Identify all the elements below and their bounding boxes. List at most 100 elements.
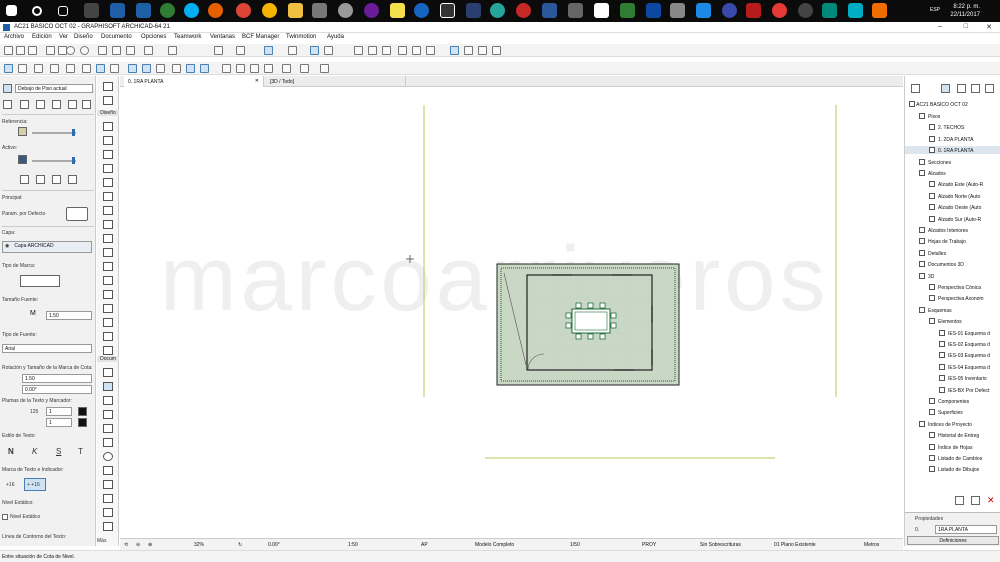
option-icon-3[interactable] xyxy=(52,100,61,109)
cut-icon[interactable] xyxy=(46,46,55,55)
mark-type-picker[interactable] xyxy=(20,275,60,287)
wall-tool-icon[interactable] xyxy=(103,122,113,131)
navigator-root[interactable]: AC21 BASICO OCT 02 xyxy=(909,100,968,108)
roof-view-icon[interactable] xyxy=(34,64,43,73)
level-dim-tool-icon[interactable] xyxy=(3,84,12,93)
menu-ver[interactable]: Ver xyxy=(59,34,68,40)
redo-icon[interactable] xyxy=(80,46,89,55)
zoom-out-icon[interactable]: ⊖ xyxy=(136,542,140,548)
elevation-icon[interactable] xyxy=(412,46,421,55)
maximize-icon[interactable]: □ xyxy=(964,23,968,30)
refresh-icon[interactable] xyxy=(320,64,329,73)
layout-book-icon[interactable] xyxy=(971,84,980,93)
app-icon-17[interactable] xyxy=(798,3,813,18)
navigator-item[interactable]: 1. 2DA PLANTA xyxy=(905,135,1000,143)
taskview-icon[interactable] xyxy=(58,6,68,16)
navigator-item[interactable]: Historial de Entreg xyxy=(905,431,1000,439)
rotate-icon-2[interactable] xyxy=(36,175,45,184)
properties-name-field[interactable]: 1RA PLANTA xyxy=(935,525,997,534)
app-icon-11[interactable] xyxy=(594,3,609,18)
shell-tool-icon[interactable] xyxy=(103,248,113,257)
trace-toggle-icon[interactable] xyxy=(200,64,209,73)
layer-combo-icon[interactable] xyxy=(288,46,297,55)
reference-swatch[interactable] xyxy=(18,127,27,136)
scale-value[interactable]: 1:50 xyxy=(348,542,358,548)
chrome-icon[interactable] xyxy=(236,3,251,18)
elevation-tool-icon[interactable] xyxy=(103,508,113,517)
pen-field-a[interactable]: 1 xyxy=(46,407,72,416)
fill-view-icon[interactable] xyxy=(128,64,137,73)
arrow-tool-icon[interactable] xyxy=(103,82,113,91)
trace-ref-icon[interactable] xyxy=(324,46,333,55)
previous-zoom-icon[interactable] xyxy=(264,64,273,73)
navigator-item[interactable]: Detalles xyxy=(905,249,1000,257)
proj-value[interactable]: PROY xyxy=(642,542,656,548)
arrow-select-icon[interactable] xyxy=(144,46,153,55)
view-map-icon[interactable] xyxy=(957,84,966,93)
opera-icon[interactable] xyxy=(772,3,787,18)
app-icon[interactable] xyxy=(160,3,175,18)
navigator-item[interactable]: Pisos xyxy=(905,112,1000,120)
document-section-label[interactable]: Docum xyxy=(97,356,119,362)
clock[interactable]: 8:22 p. m. 22/11/2017 xyxy=(950,3,980,19)
overrides-value[interactable]: Sin Sobrescrituras xyxy=(700,542,741,548)
text-tool-icon[interactable] xyxy=(103,396,113,405)
navigator-item[interactable]: IES-02 Esquema d xyxy=(905,340,1000,348)
sticky-notes-icon[interactable] xyxy=(390,3,405,18)
roof-tool-icon[interactable] xyxy=(103,234,113,243)
app-icon-4[interactable] xyxy=(338,3,353,18)
curtain-wall-tool-icon[interactable] xyxy=(103,276,113,285)
app-icon-5[interactable] xyxy=(364,3,379,18)
pen-color-swatch-b[interactable] xyxy=(78,418,87,427)
rotate-view-icon[interactable] xyxy=(282,64,291,73)
navigator-item[interactable]: 3D xyxy=(905,272,1000,280)
lamp-tool-icon[interactable] xyxy=(103,318,113,327)
layer-view-icon[interactable] xyxy=(172,64,181,73)
italic-button[interactable]: K xyxy=(32,447,37,456)
door-tool-icon[interactable] xyxy=(103,136,113,145)
navigator-item[interactable]: Esquemas xyxy=(905,306,1000,314)
window-tool-icon[interactable] xyxy=(103,150,113,159)
column-tool-icon[interactable] xyxy=(103,164,113,173)
navigator-item[interactable]: Perspectiva Axonom xyxy=(905,294,1000,302)
bold-button[interactable]: N xyxy=(8,447,14,456)
zoom-in-icon[interactable] xyxy=(236,64,245,73)
orbit-icon[interactable] xyxy=(382,46,391,55)
pen-color-icon[interactable] xyxy=(156,64,165,73)
rotation-icon[interactable]: ↻ xyxy=(238,542,242,548)
zoom-out-icon[interactable] xyxy=(250,64,259,73)
label-tool-icon[interactable] xyxy=(103,410,113,419)
word-icon[interactable] xyxy=(542,3,557,18)
railing-tool-icon[interactable] xyxy=(103,220,113,229)
font-dropdown[interactable]: Arial xyxy=(2,344,92,353)
marquee-tool-icon[interactable] xyxy=(103,96,113,105)
plan-value[interactable]: 01 Plano Existente xyxy=(774,542,816,548)
app-icon-15[interactable] xyxy=(722,3,737,18)
navigator-item[interactable]: IES-05 Inventario xyxy=(905,374,1000,382)
project-map-icon[interactable] xyxy=(941,84,950,93)
mark-option-a[interactable]: +16 xyxy=(6,482,14,488)
start-icon[interactable] xyxy=(6,5,17,16)
layout-view-icon[interactable] xyxy=(82,64,91,73)
save-icon[interactable] xyxy=(28,46,37,55)
app-icon-18[interactable] xyxy=(822,3,837,18)
tab-floor-plan[interactable]: 0. 1RA PLANTA ✕ xyxy=(124,76,264,87)
app-icon-8[interactable] xyxy=(490,3,505,18)
navigator-item[interactable]: 2. TECHOS xyxy=(905,123,1000,131)
section-view-icon[interactable] xyxy=(18,64,27,73)
navigator-home-icon[interactable] xyxy=(911,84,920,93)
navigator-item[interactable]: Índice de Hojas xyxy=(905,443,1000,451)
app-icon-10[interactable] xyxy=(568,3,583,18)
more-tools-button[interactable]: Más xyxy=(97,538,106,544)
floor-plan-icon[interactable] xyxy=(4,64,13,73)
menu-bcf-manager[interactable]: BCF Manager xyxy=(242,34,279,40)
app-icon-3[interactable] xyxy=(312,3,327,18)
app-icon-9[interactable] xyxy=(516,3,531,18)
circle-tool-icon[interactable] xyxy=(103,452,113,461)
home-icon[interactable] xyxy=(300,64,309,73)
navigator-item[interactable]: Alzado Norte (Auto xyxy=(905,192,1000,200)
strikethrough-button[interactable]: T xyxy=(78,447,83,456)
rotation-size-field[interactable]: 1.50 xyxy=(22,374,92,383)
option-icon-5[interactable] xyxy=(82,100,91,109)
navigator-item[interactable]: Documentos 3D xyxy=(905,260,1000,268)
